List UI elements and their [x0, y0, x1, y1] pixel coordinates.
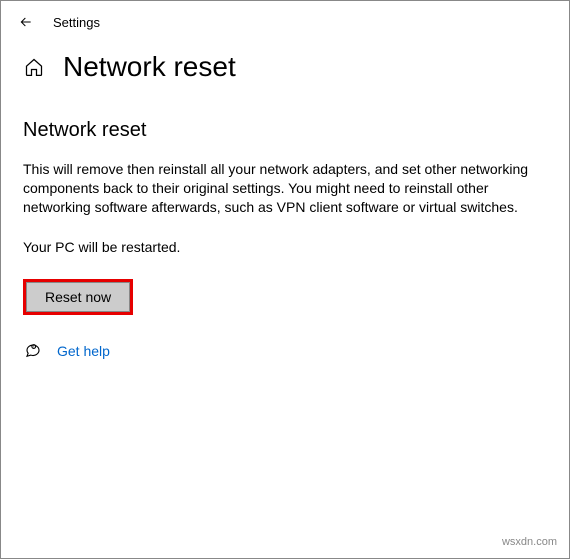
content-area: Network reset This will remove then rein…	[1, 93, 569, 361]
watermark-text: wsxdn.com	[502, 536, 557, 548]
reset-now-button[interactable]: Reset now	[26, 282, 130, 312]
title-row: Network reset	[1, 37, 569, 93]
description-text: This will remove then reinstall all your…	[23, 160, 543, 217]
arrow-left-icon	[18, 14, 34, 30]
help-row: Get help	[23, 341, 547, 361]
page-title: Network reset	[63, 51, 236, 83]
chat-help-icon	[23, 341, 43, 361]
back-button[interactable]	[17, 13, 35, 31]
app-title: Settings	[53, 15, 100, 30]
reset-button-highlight: Reset now	[23, 279, 133, 315]
get-help-link[interactable]: Get help	[57, 343, 110, 359]
restart-note: Your PC will be restarted.	[23, 239, 547, 255]
home-icon[interactable]	[23, 56, 45, 78]
section-heading: Network reset	[23, 119, 547, 142]
header-bar: Settings	[1, 1, 569, 37]
